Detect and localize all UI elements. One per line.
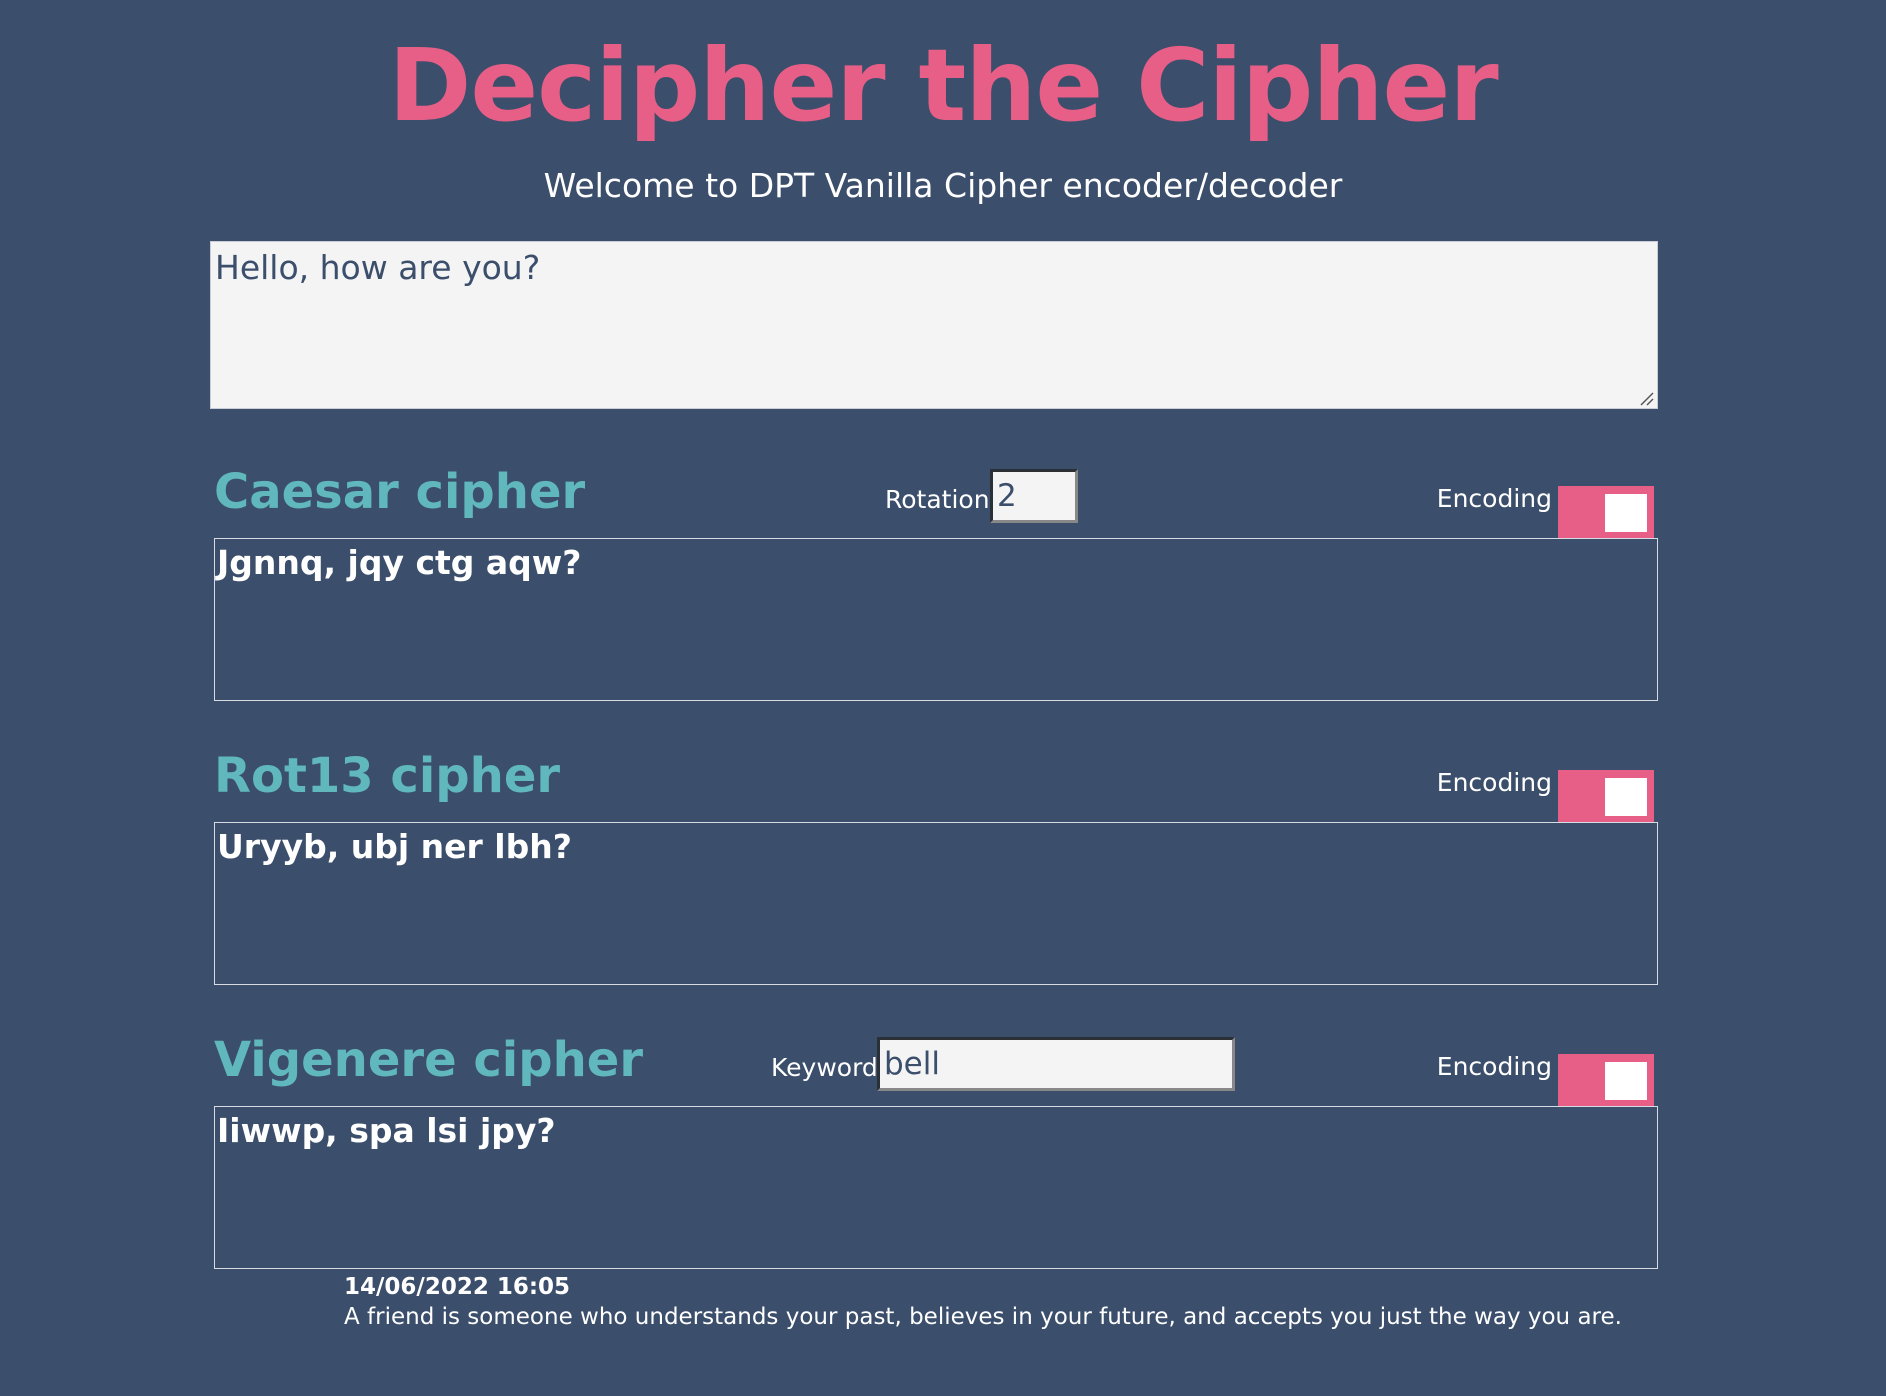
vigenere-output[interactable]: Iiwwp, spa lsi jpy? <box>214 1106 1658 1269</box>
rot13-output[interactable]: Uryyb, ubj ner lbh? <box>214 822 1658 985</box>
caesar-title: Caesar cipher <box>214 464 586 520</box>
rotation-label: Rotation: <box>885 485 998 514</box>
caesar-output[interactable]: Jgnnq, jqy ctg aqw? <box>214 538 1658 701</box>
keyword-label: Keyword: <box>771 1053 887 1082</box>
vigenere-encoding-toggle[interactable] <box>1558 1054 1654 1106</box>
page-subtitle: Welcome to DPT Vanilla Cipher encoder/de… <box>543 166 1343 205</box>
keyword-input[interactable] <box>877 1037 1235 1091</box>
vigenere-title: Vigenere cipher <box>214 1032 643 1088</box>
toggle-knob <box>1605 494 1647 532</box>
resize-handle-icon[interactable] <box>1638 390 1654 406</box>
caesar-encoding-toggle[interactable] <box>1558 486 1654 538</box>
rot13-encoding-toggle[interactable] <box>1558 770 1654 822</box>
rotation-input[interactable] <box>990 469 1078 523</box>
footer-quote: A friend is someone who understands your… <box>344 1304 1622 1330</box>
plaintext-input[interactable]: Hello, how are you? <box>210 241 1658 409</box>
caesar-encoding-label: Encoding <box>1436 484 1552 513</box>
toggle-knob <box>1605 778 1647 816</box>
rot13-title: Rot13 cipher <box>214 748 561 804</box>
rot13-encoding-label: Encoding <box>1436 768 1552 797</box>
page-title: Decipher the Cipher <box>388 27 1498 144</box>
footer-timestamp: 14/06/2022 16:05 <box>344 1274 571 1300</box>
toggle-knob <box>1605 1062 1647 1100</box>
vigenere-encoding-label: Encoding <box>1436 1052 1552 1081</box>
